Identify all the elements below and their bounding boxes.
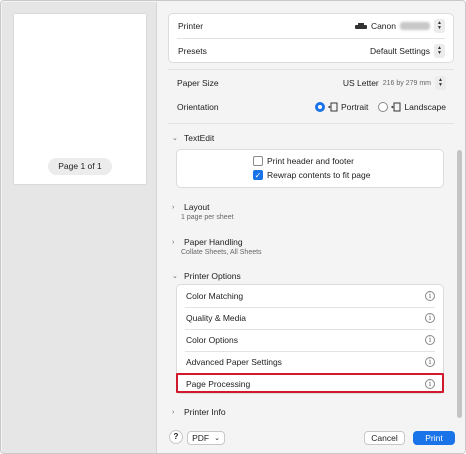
printer-options-section-header[interactable]: ⌄ Printer Options (172, 271, 241, 281)
info-icon[interactable]: i (425, 335, 435, 345)
printer-row: Printer Canon ▲ ▼ (169, 14, 453, 38)
info-icon[interactable]: i (425, 357, 435, 367)
pdf-label: PDF (192, 433, 210, 443)
info-icon[interactable]: i (425, 291, 435, 301)
printer-option-row[interactable]: Color Matching i (177, 285, 443, 307)
chevron-right-icon: › (172, 408, 175, 416)
orientation-row: Orientation Portrait Landscape (168, 95, 454, 119)
rewrap-checkbox[interactable]: ✓ (253, 170, 263, 180)
landscape-icon (391, 102, 401, 112)
info-icon[interactable]: i (425, 313, 435, 323)
help-button[interactable]: ? (169, 430, 183, 444)
page-processing-highlight (176, 373, 444, 393)
presets-popup[interactable]: Default Settings ▲ ▼ (370, 44, 445, 58)
orientation-label: Orientation (177, 102, 219, 112)
presets-row: Presets Default Settings ▲ ▼ (169, 39, 453, 63)
orientation-options: Portrait Landscape (315, 102, 446, 112)
paper-size-label: Paper Size (177, 78, 219, 88)
landscape-label: Landscape (404, 102, 446, 112)
layout-title: Layout (184, 202, 210, 212)
advanced-paper-settings-label: Advanced Paper Settings (186, 357, 282, 367)
portrait-radio[interactable] (315, 102, 325, 112)
printer-info-title: Printer Info (184, 407, 226, 417)
printer-option-row[interactable]: Advanced Paper Settings i (177, 351, 443, 373)
printer-options-title: Printer Options (184, 271, 241, 281)
paper-size-popup[interactable]: US Letter 216 by 279 mm ▲ ▼ (343, 76, 446, 90)
quality-media-label: Quality & Media (186, 313, 246, 323)
printer-model-redacted (400, 22, 430, 30)
textedit-section-header[interactable]: ⌄ TextEdit (172, 133, 214, 143)
chevron-down-icon: ⌄ (214, 435, 220, 442)
stepper-icon: ▲ ▼ (434, 19, 445, 33)
paper-handling-summary: Collate Sheets, All Sheets (181, 249, 262, 256)
paper-size-value: US Letter (342, 78, 379, 88)
landscape-radio[interactable] (378, 102, 389, 112)
printer-option-row[interactable]: Quality & Media i (177, 307, 443, 329)
preview-pane: Page 1 of 1 (2, 2, 157, 453)
portrait-icon (328, 102, 338, 112)
presets-label: Presets (178, 46, 207, 56)
print-button[interactable]: Print (413, 431, 455, 445)
pdf-menu-button[interactable]: PDF ⌄ (187, 431, 225, 445)
color-matching-label: Color Matching (186, 291, 244, 301)
printer-presets-box: Printer Canon ▲ ▼ Presets Default Setting… (168, 13, 454, 63)
printer-option-row[interactable]: Color Options i (177, 329, 443, 351)
print-header-footer-checkbox[interactable] (253, 156, 263, 166)
textedit-title: TextEdit (184, 133, 215, 143)
layout-summary: 1 page per sheet (181, 214, 234, 221)
layout-section-header[interactable]: › Layout (172, 202, 210, 212)
paper-handling-section-header[interactable]: › Paper Handling (172, 237, 243, 247)
printer-popup[interactable]: Canon ▲ ▼ (354, 19, 445, 33)
cancel-button[interactable]: Cancel (364, 431, 405, 445)
stepper-icon: ▲ ▼ (435, 76, 446, 90)
print-header-footer-option[interactable]: Print header and footer (253, 156, 354, 166)
chevron-down-icon: ⌄ (172, 135, 178, 142)
stepper-icon: ▲ ▼ (434, 44, 445, 58)
paper-size-row: Paper Size US Letter 216 by 279 mm ▲ ▼ (168, 71, 454, 95)
printer-value: Canon (370, 21, 396, 31)
settings-pane: Printer Canon ▲ ▼ Presets Default Setting… (158, 2, 465, 453)
rewrap-label: Rewrap contents to fit page (267, 170, 371, 180)
textedit-options-box: Print header and footer ✓ Rewrap content… (176, 149, 444, 188)
printer-icon (354, 22, 367, 29)
printer-info-section-header[interactable]: › Printer Info (172, 407, 226, 417)
presets-value: Default Settings (369, 46, 430, 56)
color-options-label: Color Options (186, 335, 238, 345)
chevron-down-icon: ⌄ (172, 273, 178, 280)
paper-handling-title: Paper Handling (184, 237, 243, 247)
scrollbar[interactable] (457, 150, 462, 418)
print-header-footer-label: Print header and footer (267, 156, 354, 166)
divider (168, 123, 454, 124)
paper-size-detail: 216 by 279 mm (382, 79, 431, 87)
rewrap-option[interactable]: ✓ Rewrap contents to fit page (253, 170, 370, 180)
chevron-right-icon: › (172, 203, 175, 211)
printer-label: Printer (178, 21, 204, 31)
page-indicator: Page 1 of 1 (48, 158, 112, 175)
print-dialog: Page 1 of 1 Printer Canon ▲ ▼ Presets De… (0, 0, 466, 454)
portrait-label: Portrait (341, 102, 369, 112)
divider (168, 69, 454, 70)
chevron-right-icon: › (172, 238, 175, 246)
